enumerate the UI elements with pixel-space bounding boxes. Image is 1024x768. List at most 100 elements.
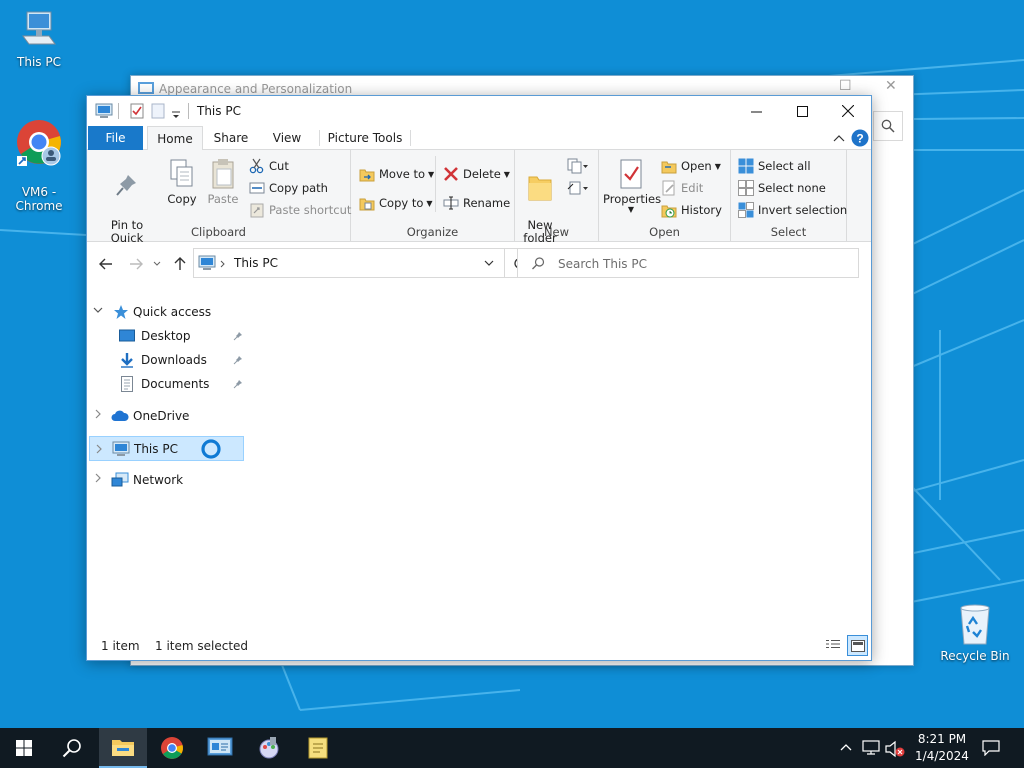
search-icon (881, 119, 895, 133)
edit-button[interactable]: Edit (661, 180, 703, 196)
tab-file[interactable]: File (88, 126, 143, 150)
large-icons-view-button[interactable] (847, 635, 868, 656)
clock-time: 8:21 PM (917, 732, 967, 746)
desktop-icon-this-pc[interactable]: This PC (7, 10, 71, 69)
tree-label: Documents (141, 377, 210, 391)
close-button[interactable] (825, 96, 871, 126)
tab-home[interactable]: Home (147, 126, 203, 151)
select-all-button[interactable]: Select all (738, 158, 811, 174)
back-button[interactable] (97, 255, 115, 273)
properties-icon (620, 159, 642, 189)
copy-path-button[interactable]: Copy path (249, 180, 328, 196)
desktop-folder-icon (119, 329, 135, 342)
copy-to-button[interactable]: Copy to ▼ (359, 195, 433, 211)
new-folder-icon (528, 176, 552, 201)
tree-label: OneDrive (133, 409, 190, 423)
address-path: This PC (234, 256, 278, 270)
properties-qat-icon[interactable] (129, 102, 145, 120)
chevron-right-icon[interactable] (93, 473, 103, 483)
rename-label: Rename (463, 196, 511, 210)
search-box[interactable]: Search This PC (517, 248, 859, 278)
invert-selection-button[interactable]: Invert selection (738, 202, 847, 218)
search-icon (532, 257, 545, 270)
background-search-button[interactable] (873, 111, 903, 141)
new-item-button[interactable] (567, 158, 593, 174)
cut-button[interactable]: Cut (249, 158, 289, 174)
loading-spinner-icon (201, 438, 221, 459)
easy-access-button[interactable] (567, 180, 593, 196)
copy-button[interactable]: Copy (165, 158, 199, 206)
history-button[interactable]: History (661, 202, 722, 218)
chevron-right-icon[interactable] (93, 409, 103, 419)
copy-to-label: Copy to (379, 196, 424, 210)
taskbar-control-panel[interactable] (196, 728, 244, 768)
forward-button[interactable] (127, 255, 145, 273)
status-bar: 1 item 1 item selected (87, 634, 871, 660)
tree-item-onedrive[interactable]: OneDrive (111, 404, 189, 428)
rename-button[interactable]: Rename (443, 195, 510, 211)
desktop-icon-vm6-chrome[interactable]: VM6 - Chrome (7, 104, 71, 213)
tree-item-documents[interactable]: Documents (119, 372, 243, 396)
tree-item-network[interactable]: Network (111, 468, 183, 492)
select-none-button[interactable]: Select none (738, 180, 826, 196)
tab-picture-tools[interactable]: Picture Tools (325, 126, 405, 150)
minimize-button[interactable] (733, 96, 779, 126)
taskbar-search-button[interactable] (48, 728, 96, 768)
tree-label: Downloads (141, 353, 207, 367)
tab-share[interactable]: Share (207, 126, 255, 150)
recent-locations-button[interactable] (151, 255, 163, 273)
paste-shortcut-button[interactable]: Paste shortcut (249, 202, 351, 218)
details-view-button[interactable] (823, 635, 843, 655)
address-bar[interactable]: This PC (193, 248, 505, 278)
title-bar[interactable]: This PC (87, 96, 871, 126)
action-center-button[interactable] (968, 728, 1014, 768)
taskbar-notepad[interactable] (294, 728, 342, 768)
new-folder-qat-icon[interactable] (151, 102, 165, 120)
volume-muted-icon[interactable] (884, 740, 906, 758)
qat-divider (188, 103, 189, 119)
chevron-right-icon (220, 260, 225, 268)
taskbar-file-explorer[interactable] (99, 728, 147, 768)
system-clock[interactable]: 8:21 PM 1/4/2024 (912, 731, 972, 765)
delete-button[interactable]: Delete ▼ (443, 166, 510, 182)
file-explorer-window[interactable]: This PC File Home Share View Picture Too… (86, 95, 872, 661)
tab-view[interactable]: View (263, 126, 311, 150)
open-icon (661, 161, 677, 174)
details-view-icon (826, 640, 840, 648)
tree-item-desktop[interactable]: Desktop (119, 324, 243, 348)
background-window-title: Appearance and Personalization (159, 82, 353, 96)
paste-shortcut-icon (250, 203, 264, 218)
show-hidden-icons-chevron-icon[interactable] (840, 743, 852, 751)
group-new: New folder New (515, 150, 599, 245)
taskbar-chrome[interactable] (148, 728, 196, 768)
paste-button[interactable]: Paste (205, 158, 241, 206)
properties-button[interactable]: Properties ▼ (603, 158, 661, 214)
tree-item-this-pc[interactable]: This PC (89, 436, 244, 461)
network-status-icon[interactable] (862, 740, 880, 756)
select-none-label: Select none (758, 181, 826, 195)
collapse-ribbon-icon[interactable] (833, 134, 845, 142)
tab-divider (410, 130, 411, 146)
cloud-icon (111, 410, 129, 421)
chevron-down-icon (153, 261, 161, 266)
customize-qat-icon[interactable] (171, 106, 181, 124)
help-icon[interactable]: ? (851, 129, 869, 147)
taskbar-appearance[interactable] (245, 728, 293, 768)
background-close-button[interactable]: ✕ (885, 78, 897, 94)
start-button[interactable] (0, 728, 48, 768)
pin-icon (116, 175, 136, 196)
desktop-icon-recycle-bin[interactable]: Recycle Bin (940, 602, 1010, 663)
tree-item-downloads[interactable]: Downloads (119, 348, 243, 372)
chevron-right-icon (96, 444, 102, 453)
tree-item-quick-access[interactable]: Quick access (113, 300, 211, 324)
taskbar: 8:21 PM 1/4/2024 (0, 728, 1024, 768)
chevron-down-icon[interactable] (484, 260, 494, 267)
open-button[interactable]: Open ▼ (661, 158, 721, 174)
up-button[interactable] (171, 255, 189, 273)
tree-label: Network (133, 473, 184, 487)
move-to-button[interactable]: Move to ▼ (359, 166, 434, 182)
chevron-down-icon[interactable] (93, 305, 103, 315)
maximize-button[interactable] (779, 96, 825, 126)
copy-label: Copy (167, 192, 197, 206)
background-maximize-button[interactable]: ☐ (839, 78, 852, 94)
